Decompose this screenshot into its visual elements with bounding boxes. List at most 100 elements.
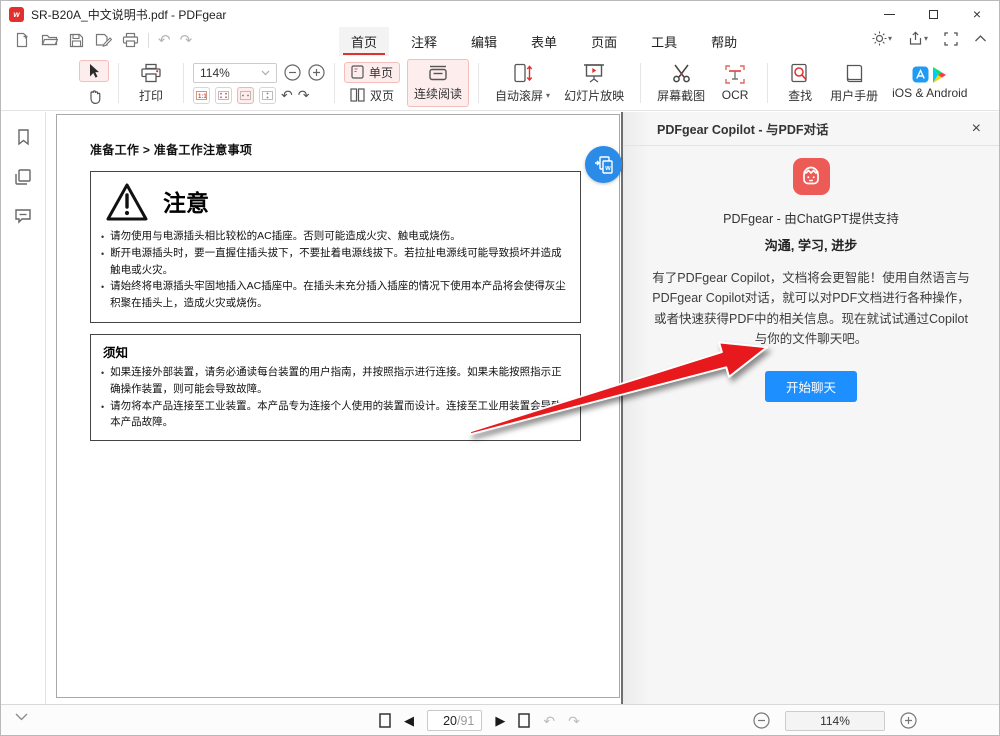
tab-home[interactable]: 首页 bbox=[339, 27, 389, 56]
share-button[interactable]: ▾ bbox=[908, 31, 928, 46]
slideshow-button[interactable]: 幻灯片放映 bbox=[557, 61, 631, 106]
thumbnails-panel-button[interactable] bbox=[14, 168, 32, 186]
page-number-box: /91 bbox=[427, 710, 482, 731]
close-button[interactable]: × bbox=[955, 1, 999, 27]
undo-button[interactable]: ↶ bbox=[158, 33, 171, 48]
fit-page-icon bbox=[218, 91, 229, 100]
ocr-button[interactable]: OCR bbox=[712, 62, 758, 104]
hand-tool-button[interactable] bbox=[79, 85, 109, 107]
chevron-down-icon: ▾ bbox=[546, 91, 550, 100]
print-button[interactable]: 打印 bbox=[128, 61, 174, 106]
double-page-button[interactable]: 双页 bbox=[344, 86, 400, 105]
pdfgear-logo-icon: w bbox=[9, 7, 24, 22]
user-manual-button[interactable]: 用户手册 bbox=[823, 61, 885, 106]
zoom-group: 114% 1:1 ↶ ↷ bbox=[193, 63, 325, 104]
actual-size-button[interactable]: 1:1 bbox=[193, 87, 210, 104]
bookmarks-panel-button[interactable] bbox=[15, 128, 32, 146]
notice-box: 须知 •如果连接外部装置，请务必通读每台装置的用户指南，并按照指示进行连接。如果… bbox=[90, 334, 581, 441]
zoom-out-button[interactable] bbox=[753, 712, 770, 729]
tab-page[interactable]: 页面 bbox=[579, 27, 629, 56]
word-convert-icon: w bbox=[593, 156, 614, 174]
select-tool-button[interactable] bbox=[79, 60, 109, 82]
save-button[interactable] bbox=[67, 31, 85, 49]
continuous-reading-button[interactable]: 连续阅读 bbox=[407, 59, 469, 107]
rotate-left-button[interactable]: ↶ bbox=[281, 88, 293, 102]
page-navigation: ◀ /91 ▶ ↶ ↷ bbox=[379, 705, 580, 736]
new-file-button[interactable] bbox=[13, 31, 31, 49]
collapse-ribbon-button[interactable] bbox=[974, 34, 987, 43]
list-item: •如果连接外部装置，请务必通读每台装置的用户指南，并按照指示进行连接。如果未能按… bbox=[101, 364, 568, 398]
copilot-panel-title: PDFgear Copilot - 与PDF对话 bbox=[657, 119, 829, 138]
powered-by-text: PDFgear - 由ChatGPT提供支持 bbox=[723, 208, 899, 227]
screenshot-button[interactable]: 屏幕截图 bbox=[650, 61, 712, 106]
zoom-in-button[interactable] bbox=[900, 712, 917, 729]
minimize-button[interactable] bbox=[867, 1, 911, 27]
divider bbox=[640, 63, 641, 103]
fit-page-button[interactable] bbox=[215, 87, 232, 104]
list-item: •请勿使用与电源插头相比较松的AC插座。否则可能造成火灾、触电或烧伤。 bbox=[101, 228, 568, 245]
first-page-button[interactable] bbox=[379, 713, 391, 728]
divider bbox=[148, 33, 149, 48]
zoom-level-display[interactable]: 114% bbox=[785, 711, 885, 731]
menu-bar: ↶ ↷ 首页 注释 编辑 表单 页面 工具 帮助 ▾ ▾ bbox=[1, 27, 999, 56]
print-icon bbox=[122, 32, 139, 48]
single-page-icon bbox=[351, 65, 364, 79]
ribbon-tabs: 首页 注释 编辑 表单 页面 工具 帮助 bbox=[339, 27, 749, 56]
single-page-button[interactable]: 单页 bbox=[344, 62, 400, 83]
caution-list: •请勿使用与电源插头相比较松的AC插座。否则可能造成火灾、触电或烧伤。 •断开电… bbox=[101, 228, 568, 312]
close-panel-button[interactable]: × bbox=[972, 121, 981, 137]
ios-android-button[interactable]: iOS & Android bbox=[885, 64, 974, 102]
fit-height-button[interactable] bbox=[259, 87, 276, 104]
tab-annotate[interactable]: 注释 bbox=[399, 27, 449, 56]
start-chat-button[interactable]: 开始聊天 bbox=[765, 371, 857, 402]
redo-button[interactable]: ↷ bbox=[180, 33, 193, 48]
bullet-icon: • bbox=[101, 278, 104, 312]
tab-tools[interactable]: 工具 bbox=[639, 27, 689, 56]
page-total: /91 bbox=[457, 714, 474, 728]
list-item: •请始终将电源插头牢固地插入AC插座中。在插头未充分插入插座的情况下使用本产品将… bbox=[101, 278, 568, 312]
appstore-icon bbox=[912, 66, 929, 83]
quick-print-button[interactable] bbox=[121, 31, 139, 49]
pdf-page: 准备工作 > 准备工作注意事项 注意 •请勿使用与电源插头相比较松的AC插座。否… bbox=[56, 114, 620, 698]
bullet-icon: • bbox=[101, 228, 104, 245]
comments-panel-button[interactable] bbox=[14, 208, 32, 224]
maximize-icon bbox=[929, 10, 938, 19]
page-number-input[interactable] bbox=[435, 714, 457, 728]
next-page-button[interactable]: ▶ bbox=[495, 714, 505, 727]
tab-form[interactable]: 表单 bbox=[519, 27, 569, 56]
zoom-in-button[interactable] bbox=[308, 64, 325, 81]
rotate-right-button[interactable]: ↷ bbox=[568, 714, 580, 728]
double-page-icon bbox=[350, 88, 365, 102]
sidebar-collapse-button[interactable] bbox=[15, 713, 28, 721]
tab-help[interactable]: 帮助 bbox=[699, 27, 749, 56]
warning-triangle-icon bbox=[105, 182, 149, 222]
zoom-controls: 114% bbox=[753, 705, 917, 736]
rotate-right-button[interactable]: ↷ bbox=[298, 88, 310, 102]
maximize-button[interactable] bbox=[911, 1, 955, 27]
share-icon bbox=[908, 31, 923, 46]
auto-scroll-button[interactable]: 自动滚屏▾ bbox=[488, 61, 557, 106]
rotate-left-button[interactable]: ↶ bbox=[543, 714, 555, 728]
auto-scroll-icon bbox=[513, 63, 533, 84]
theme-button[interactable]: ▾ bbox=[872, 31, 892, 46]
document-area[interactable]: 准备工作 > 准备工作注意事项 注意 •请勿使用与电源插头相比较松的AC插座。否… bbox=[47, 112, 621, 704]
convert-to-word-button[interactable]: w bbox=[585, 146, 622, 183]
previous-page-button[interactable]: ◀ bbox=[404, 714, 414, 727]
fullscreen-button[interactable] bbox=[944, 32, 958, 46]
zoom-out-button[interactable] bbox=[284, 64, 301, 81]
continuous-reading-icon bbox=[427, 64, 449, 82]
googleplay-icon bbox=[933, 67, 947, 83]
find-button[interactable]: 查找 bbox=[777, 61, 823, 106]
window-title: SR-B20A_中文说明书.pdf - PDFgear bbox=[31, 6, 226, 23]
title-bar: w SR-B20A_中文说明书.pdf - PDFgear × bbox=[1, 1, 999, 27]
save-as-button[interactable] bbox=[94, 31, 112, 49]
fit-width-button[interactable] bbox=[237, 87, 254, 104]
last-page-button[interactable] bbox=[518, 713, 530, 728]
fullscreen-icon bbox=[944, 32, 958, 46]
zoom-level-select[interactable]: 114% bbox=[193, 63, 277, 83]
open-file-button[interactable] bbox=[40, 31, 58, 49]
divider bbox=[334, 63, 335, 103]
tab-edit[interactable]: 编辑 bbox=[459, 27, 509, 56]
quick-access-toolbar: ↶ ↷ bbox=[13, 31, 192, 49]
chevron-down-icon bbox=[261, 70, 270, 76]
